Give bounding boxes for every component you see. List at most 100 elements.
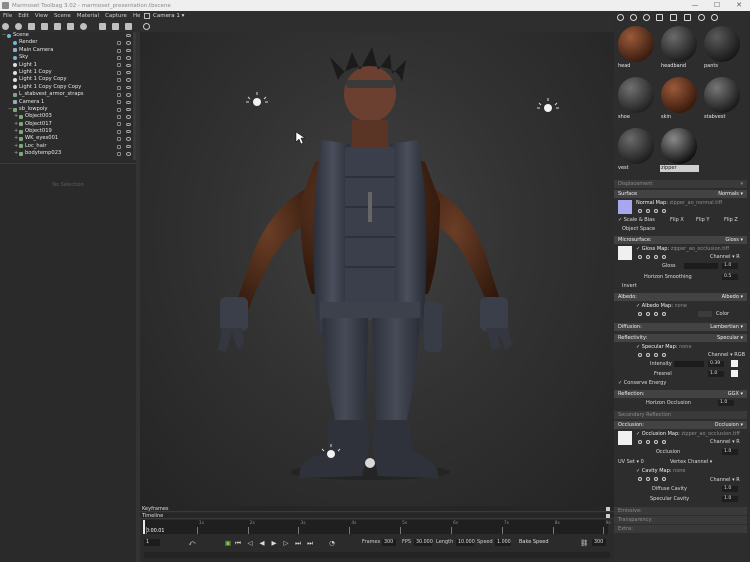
conserve-energy-checkbox[interactable]: ✓ Conserve Energy bbox=[618, 379, 750, 387]
pin-icon[interactable] bbox=[606, 507, 610, 511]
section-extra[interactable]: Extra: bbox=[614, 525, 747, 533]
target-icon[interactable] bbox=[638, 209, 642, 213]
microsurface-mode-dropdown[interactable]: Gloss ▾ bbox=[725, 236, 743, 244]
next-frame-button[interactable]: ▷ bbox=[282, 539, 290, 547]
outliner-item[interactable]: − Scene bbox=[0, 32, 136, 39]
close-icon[interactable] bbox=[662, 353, 666, 357]
gear-icon[interactable] bbox=[143, 23, 150, 30]
object-space-checkbox[interactable]: Object Space bbox=[622, 225, 750, 233]
lock-icon[interactable] bbox=[117, 122, 121, 127]
layout-grid-icon[interactable] bbox=[144, 13, 150, 19]
lock-icon[interactable] bbox=[117, 152, 121, 157]
visibility-eye-icon[interactable] bbox=[126, 107, 131, 112]
lock-icon[interactable] bbox=[117, 70, 121, 75]
collapse-icon[interactable]: − bbox=[8, 106, 12, 113]
outliner-item[interactable]: + Object019 bbox=[0, 128, 136, 135]
3d-viewport[interactable] bbox=[140, 32, 614, 506]
timeline-ruler[interactable]: 0:00.01 1s 2s 3s 4s 5s 6s 7s 8s 9s bbox=[142, 520, 611, 534]
visibility-eye-icon[interactable] bbox=[126, 56, 131, 60]
occlusion-map-swatch[interactable] bbox=[618, 431, 632, 445]
keyframes-bar[interactable]: Keyframes bbox=[140, 506, 614, 512]
close-button[interactable]: ✕ bbox=[728, 0, 750, 11]
surface-mode-dropdown[interactable]: Normals ▾ bbox=[718, 190, 743, 198]
close-icon[interactable] bbox=[662, 440, 666, 444]
outliner-item[interactable]: − sb_lowpoly bbox=[0, 106, 136, 113]
outliner-item[interactable]: Light 1 bbox=[0, 62, 136, 69]
edit-icon[interactable] bbox=[654, 312, 658, 316]
add-shadow-catcher-icon[interactable] bbox=[41, 23, 48, 30]
add-turntable-icon[interactable] bbox=[67, 23, 74, 30]
playhead[interactable] bbox=[143, 520, 145, 534]
edit-icon[interactable] bbox=[654, 255, 658, 259]
play-button[interactable]: ▶ bbox=[270, 539, 278, 547]
material-thumbnail[interactable]: vest bbox=[615, 127, 656, 172]
lock-icon[interactable] bbox=[117, 41, 121, 46]
edit-icon[interactable] bbox=[654, 440, 658, 444]
expand-icon[interactable]: + bbox=[14, 135, 18, 142]
section-mode[interactable]: ▾ bbox=[740, 180, 743, 188]
flip-x-checkbox[interactable]: Flip X bbox=[670, 216, 690, 224]
frames-field[interactable]: 300 bbox=[382, 539, 396, 546]
gloss-value[interactable]: 1.0 bbox=[722, 263, 738, 269]
section-diffusion[interactable]: Diffusion: Lambertian ▾ bbox=[614, 323, 747, 331]
normal-map-file[interactable]: zipper_ao_normal.tiff bbox=[670, 200, 723, 206]
cavity-channel-dropdown[interactable]: Channel ▾ R bbox=[710, 476, 750, 484]
diffusion-mode-dropdown[interactable]: Lambertian ▾ bbox=[710, 323, 743, 331]
outliner-item[interactable]: Light 1 Copy Copy bbox=[0, 76, 136, 83]
lock-icon[interactable] bbox=[117, 55, 121, 60]
add-fog-icon[interactable] bbox=[80, 23, 87, 30]
target-icon[interactable] bbox=[638, 353, 642, 357]
close-icon[interactable] bbox=[662, 312, 666, 316]
search-icon[interactable] bbox=[646, 440, 650, 444]
gloss-map-swatch[interactable] bbox=[618, 246, 632, 260]
vertex-channel-dropdown[interactable]: Vertex Channel ▾ bbox=[670, 458, 720, 466]
outliner-item[interactable]: Main Camera bbox=[0, 47, 136, 54]
visibility-eye-icon[interactable] bbox=[126, 48, 131, 53]
outliner-item[interactable]: + Object017 bbox=[0, 121, 136, 128]
section-surface[interactable]: Surface Normals ▾ bbox=[614, 190, 747, 198]
section-reflectivity[interactable]: Reflectivity: Specular ▾ bbox=[614, 334, 747, 342]
fresnel-color-swatch[interactable] bbox=[731, 370, 738, 377]
outliner-item[interactable]: Light 1 Copy bbox=[0, 69, 136, 76]
add-object-icon[interactable] bbox=[2, 23, 9, 30]
folder-icon[interactable] bbox=[99, 23, 106, 30]
outliner-item[interactable]: + WK_eyes001 bbox=[0, 135, 136, 142]
visibility-eye-icon[interactable] bbox=[126, 130, 131, 134]
outliner-item[interactable]: Sky bbox=[0, 54, 136, 61]
visibility-eye-icon[interactable] bbox=[126, 152, 131, 156]
expand-icon[interactable]: + bbox=[14, 113, 18, 120]
search-icon[interactable] bbox=[646, 477, 650, 481]
outliner-item[interactable]: + Loc_hair bbox=[0, 143, 136, 150]
add-light-icon[interactable] bbox=[15, 23, 22, 30]
visibility-eye-icon[interactable] bbox=[126, 34, 131, 38]
visibility-eye-icon[interactable] bbox=[126, 137, 131, 141]
section-microsurface[interactable]: Microsurface: Gloss ▾ bbox=[614, 236, 747, 244]
skip-end-button[interactable]: ⏭ bbox=[306, 539, 314, 547]
lock-icon[interactable] bbox=[117, 115, 121, 120]
normal-map-swatch[interactable] bbox=[618, 200, 632, 214]
minimize-button[interactable]: — bbox=[684, 0, 706, 11]
albedo-mode-dropdown[interactable]: Albedo ▾ bbox=[722, 293, 743, 301]
material-thumbnail[interactable]: head bbox=[615, 25, 656, 70]
edit-icon[interactable] bbox=[654, 353, 658, 357]
visibility-eye-icon[interactable] bbox=[126, 115, 131, 119]
loop-icon[interactable]: ⤺ bbox=[188, 539, 196, 547]
outliner-item[interactable]: L_stabvest_armor_straps bbox=[0, 91, 136, 98]
visibility-eye-icon[interactable] bbox=[126, 85, 131, 90]
visibility-eye-icon[interactable] bbox=[126, 41, 131, 45]
keyframe-toggle-icon[interactable]: ▣ bbox=[224, 539, 232, 547]
expand-icon[interactable]: + bbox=[14, 128, 18, 135]
section-displacement[interactable]: Displacement ▾ bbox=[614, 180, 747, 188]
next-key-button[interactable]: ⏭ bbox=[294, 539, 302, 547]
menu-material[interactable]: Material bbox=[77, 13, 99, 19]
fresnel-value[interactable]: 1.0 bbox=[708, 371, 724, 377]
edit-icon[interactable] bbox=[654, 477, 658, 481]
section-emissive[interactable]: Emissive: bbox=[614, 507, 747, 515]
expand-icon[interactable]: + bbox=[14, 143, 18, 150]
library-icon[interactable] bbox=[670, 14, 677, 21]
duplicate-icon[interactable] bbox=[112, 23, 119, 30]
bake-speed-button[interactable]: Bake Speed bbox=[519, 539, 549, 546]
search-icon[interactable] bbox=[646, 312, 650, 316]
lock-icon[interactable] bbox=[117, 92, 121, 97]
outliner-item[interactable]: + Object003 bbox=[0, 113, 136, 120]
